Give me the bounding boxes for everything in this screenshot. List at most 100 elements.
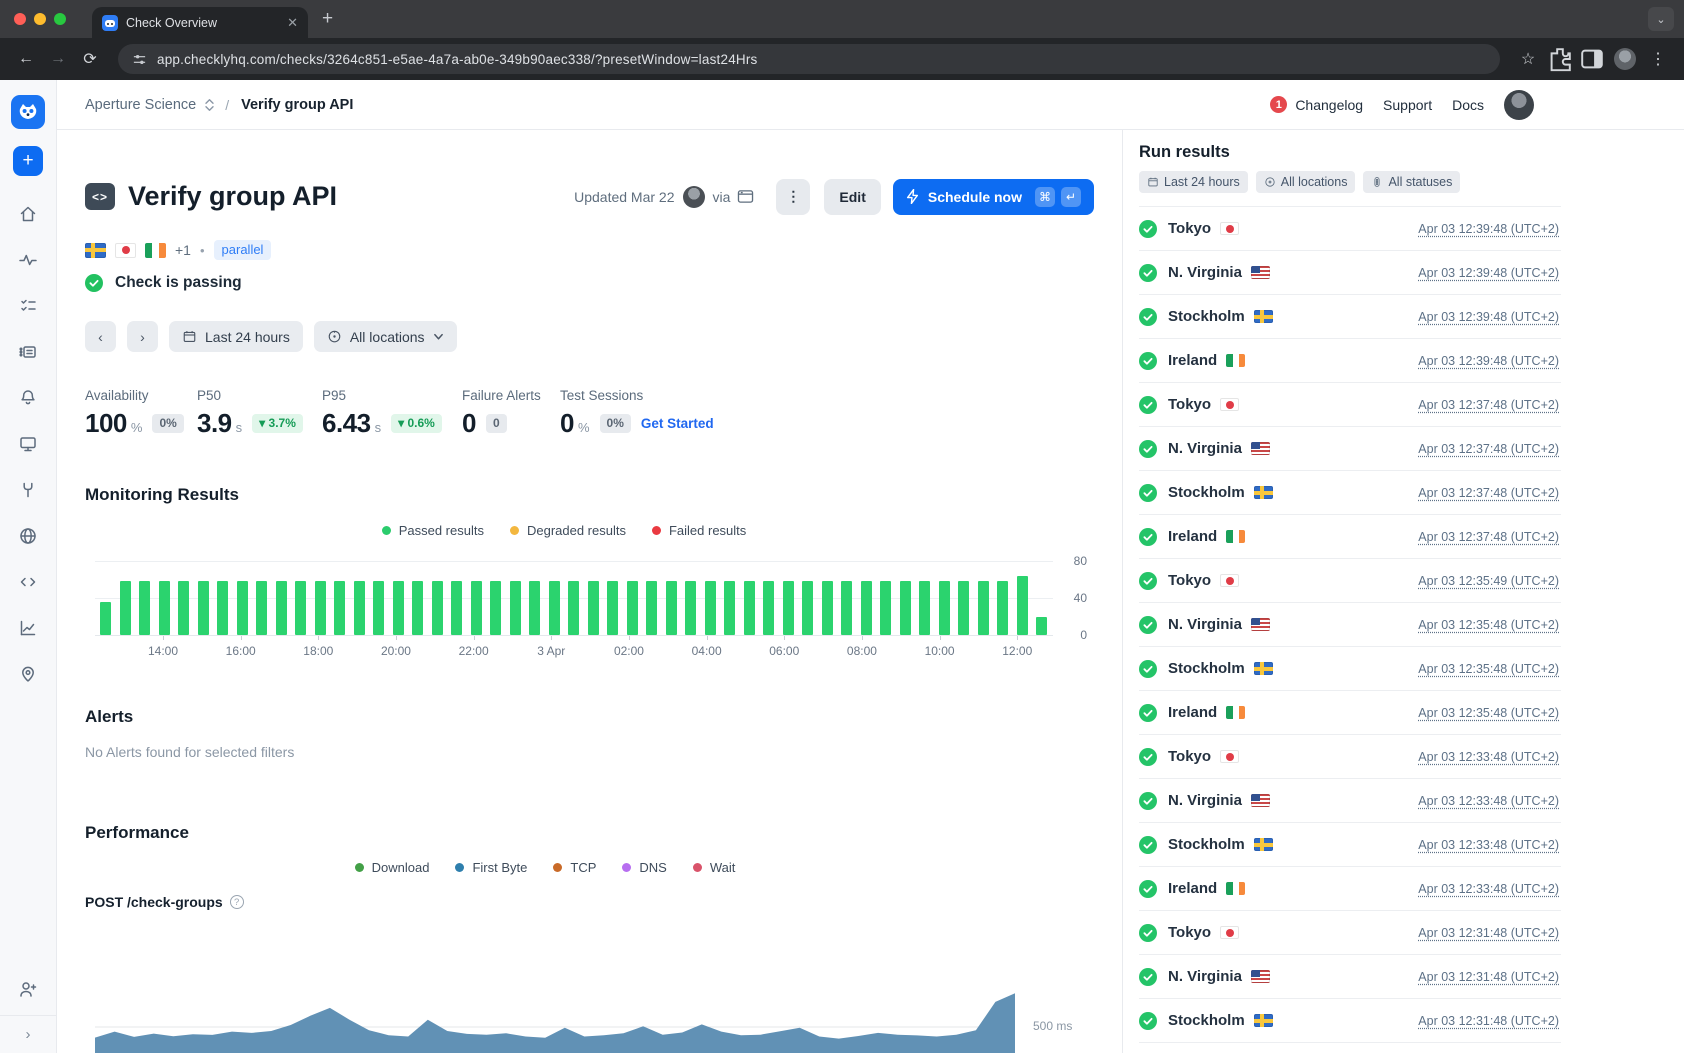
monitoring-bar[interactable]	[529, 581, 540, 635]
monitoring-bar[interactable]	[1017, 576, 1028, 636]
run-result-timestamp[interactable]: Apr 03 12:33:48 (UTC+2)	[1418, 750, 1561, 764]
run-result-timestamp[interactable]: Apr 03 12:37:48 (UTC+2)	[1418, 442, 1561, 456]
run-result-row[interactable]: TokyoApr 03 12:39:48 (UTC+2)	[1139, 207, 1561, 251]
run-result-row[interactable]: TokyoApr 03 12:31:48 (UTC+2)	[1139, 911, 1561, 955]
extensions-puzzle-icon[interactable]	[1546, 45, 1574, 73]
run-result-timestamp[interactable]: Apr 03 12:31:48 (UTC+2)	[1418, 926, 1561, 940]
org-switcher-icon[interactable]	[204, 98, 215, 112]
run-result-timestamp[interactable]: Apr 03 12:33:48 (UTC+2)	[1418, 838, 1561, 852]
monitoring-bar[interactable]	[627, 581, 638, 635]
monitoring-bar[interactable]	[178, 581, 189, 635]
run-result-row[interactable]: N. VirginiaApr 03 12:33:48 (UTC+2)	[1139, 779, 1561, 823]
monitoring-bar[interactable]	[120, 581, 131, 635]
monitoring-bar[interactable]	[685, 581, 696, 635]
monitoring-bar[interactable]	[334, 581, 345, 635]
run-result-row[interactable]: StockholmApr 03 12:39:48 (UTC+2)	[1139, 295, 1561, 339]
run-result-timestamp[interactable]: Apr 03 12:37:48 (UTC+2)	[1418, 530, 1561, 544]
maintenance-tools-icon[interactable]	[18, 480, 38, 500]
run-filter-locations[interactable]: All locations	[1256, 171, 1356, 193]
monitoring-bar[interactable]	[510, 581, 521, 635]
monitoring-bar[interactable]	[958, 581, 969, 635]
cli-code-icon[interactable]	[18, 572, 38, 592]
dashboards-icon[interactable]	[18, 342, 38, 362]
changelog-link[interactable]: Changelog	[1295, 97, 1363, 113]
monitoring-bar[interactable]	[861, 581, 872, 635]
monitoring-results-chart[interactable]: 80400	[95, 552, 1053, 636]
maximize-window-button[interactable]	[54, 13, 66, 25]
run-result-row[interactable]: StockholmApr 03 12:31:48 (UTC+2)	[1139, 999, 1561, 1043]
monitoring-bar[interactable]	[802, 581, 813, 635]
tab-search-chevron-icon[interactable]: ⌄	[1648, 7, 1674, 31]
monitoring-bar[interactable]	[744, 581, 755, 635]
run-filter-statuses[interactable]: All statuses	[1363, 171, 1460, 193]
monitoring-bar[interactable]	[646, 581, 657, 635]
monitoring-bar[interactable]	[900, 581, 911, 635]
run-result-timestamp[interactable]: Apr 03 12:39:48 (UTC+2)	[1418, 310, 1561, 324]
run-result-row[interactable]: StockholmApr 03 12:35:48 (UTC+2)	[1139, 647, 1561, 691]
monitoring-bar[interactable]	[471, 581, 482, 635]
run-result-row[interactable]: N. VirginiaApr 03 12:31:48 (UTC+2)	[1139, 955, 1561, 999]
browser-checks-monitor-icon[interactable]	[18, 434, 38, 454]
monitoring-bar[interactable]	[783, 581, 794, 635]
run-result-row[interactable]: N. VirginiaApr 03 12:39:48 (UTC+2)	[1139, 251, 1561, 295]
invite-user-icon[interactable]	[18, 979, 38, 999]
run-result-row[interactable]: TokyoApr 03 12:33:48 (UTC+2)	[1139, 735, 1561, 779]
run-result-timestamp[interactable]: Apr 03 12:35:48 (UTC+2)	[1418, 662, 1561, 676]
edit-button[interactable]: Edit	[824, 179, 880, 215]
locations-filter[interactable]: All locations	[314, 321, 457, 352]
monitoring-bar[interactable]	[997, 581, 1008, 635]
monitoring-bar[interactable]	[549, 581, 560, 635]
run-result-timestamp[interactable]: Apr 03 12:35:49 (UTC+2)	[1418, 574, 1561, 588]
monitoring-bar[interactable]	[432, 581, 443, 635]
monitoring-bar[interactable]	[393, 581, 404, 635]
run-result-timestamp[interactable]: Apr 03 12:31:48 (UTC+2)	[1418, 970, 1561, 984]
run-result-timestamp[interactable]: Apr 03 12:31:48 (UTC+2)	[1418, 1014, 1561, 1028]
monitoring-bar[interactable]	[568, 581, 579, 635]
run-result-timestamp[interactable]: Apr 03 12:33:48 (UTC+2)	[1418, 882, 1561, 896]
browser-tab[interactable]: Check Overview ✕	[92, 7, 308, 38]
monitoring-bar[interactable]	[607, 581, 618, 635]
close-window-button[interactable]	[14, 13, 26, 25]
monitoring-bar[interactable]	[354, 581, 365, 635]
monitoring-bar[interactable]	[978, 581, 989, 635]
sidebar-collapse-button[interactable]: ›	[0, 1015, 56, 1053]
window-controls[interactable]	[0, 13, 80, 25]
monitoring-bar[interactable]	[880, 581, 891, 635]
more-actions-kebab-button[interactable]: ⋮	[776, 179, 810, 215]
monitoring-bar[interactable]	[100, 602, 111, 635]
breadcrumb-org[interactable]: Aperture Science	[85, 97, 196, 113]
monitoring-bar[interactable]	[139, 581, 150, 635]
run-result-row[interactable]: TokyoApr 03 12:37:48 (UTC+2)	[1139, 383, 1561, 427]
run-result-timestamp[interactable]: Apr 03 12:39:48 (UTC+2)	[1418, 222, 1561, 236]
new-tab-button[interactable]: +	[322, 8, 333, 30]
monitoring-bar[interactable]	[588, 581, 599, 635]
monitoring-bar[interactable]	[295, 581, 306, 635]
help-icon[interactable]: ?	[230, 895, 244, 909]
run-result-timestamp[interactable]: Apr 03 12:33:48 (UTC+2)	[1418, 794, 1561, 808]
time-range-next-button[interactable]: ›	[127, 321, 158, 352]
minimize-window-button[interactable]	[34, 13, 46, 25]
run-result-row[interactable]: N. VirginiaApr 03 12:35:48 (UTC+2)	[1139, 603, 1561, 647]
browser-profile-avatar[interactable]	[1614, 48, 1636, 70]
back-icon[interactable]: ←	[12, 45, 40, 73]
monitoring-bar[interactable]	[276, 581, 287, 635]
monitoring-bar[interactable]	[159, 581, 170, 635]
monitoring-bar[interactable]	[217, 581, 228, 635]
forward-icon[interactable]: →	[44, 45, 72, 73]
alerts-bell-icon[interactable]	[18, 388, 38, 408]
run-result-timestamp[interactable]: Apr 03 12:35:48 (UTC+2)	[1418, 618, 1561, 632]
tab-close-icon[interactable]: ✕	[287, 16, 298, 29]
monitoring-bar[interactable]	[315, 581, 326, 635]
private-locations-globe-icon[interactable]	[18, 526, 38, 546]
monitoring-bar[interactable]	[822, 581, 833, 635]
create-new-button[interactable]: +	[13, 146, 43, 176]
checks-list-icon[interactable]	[18, 296, 38, 316]
run-filter-time-range[interactable]: Last 24 hours	[1139, 171, 1248, 193]
monitoring-bar[interactable]	[763, 581, 774, 635]
bookmark-star-icon[interactable]: ☆	[1514, 45, 1542, 73]
monitoring-bar[interactable]	[451, 581, 462, 635]
run-result-row[interactable]: TokyoApr 03 12:35:49 (UTC+2)	[1139, 559, 1561, 603]
run-result-timestamp[interactable]: Apr 03 12:37:48 (UTC+2)	[1418, 398, 1561, 412]
run-result-timestamp[interactable]: Apr 03 12:35:48 (UTC+2)	[1418, 706, 1561, 720]
monitoring-bar[interactable]	[1036, 617, 1047, 636]
